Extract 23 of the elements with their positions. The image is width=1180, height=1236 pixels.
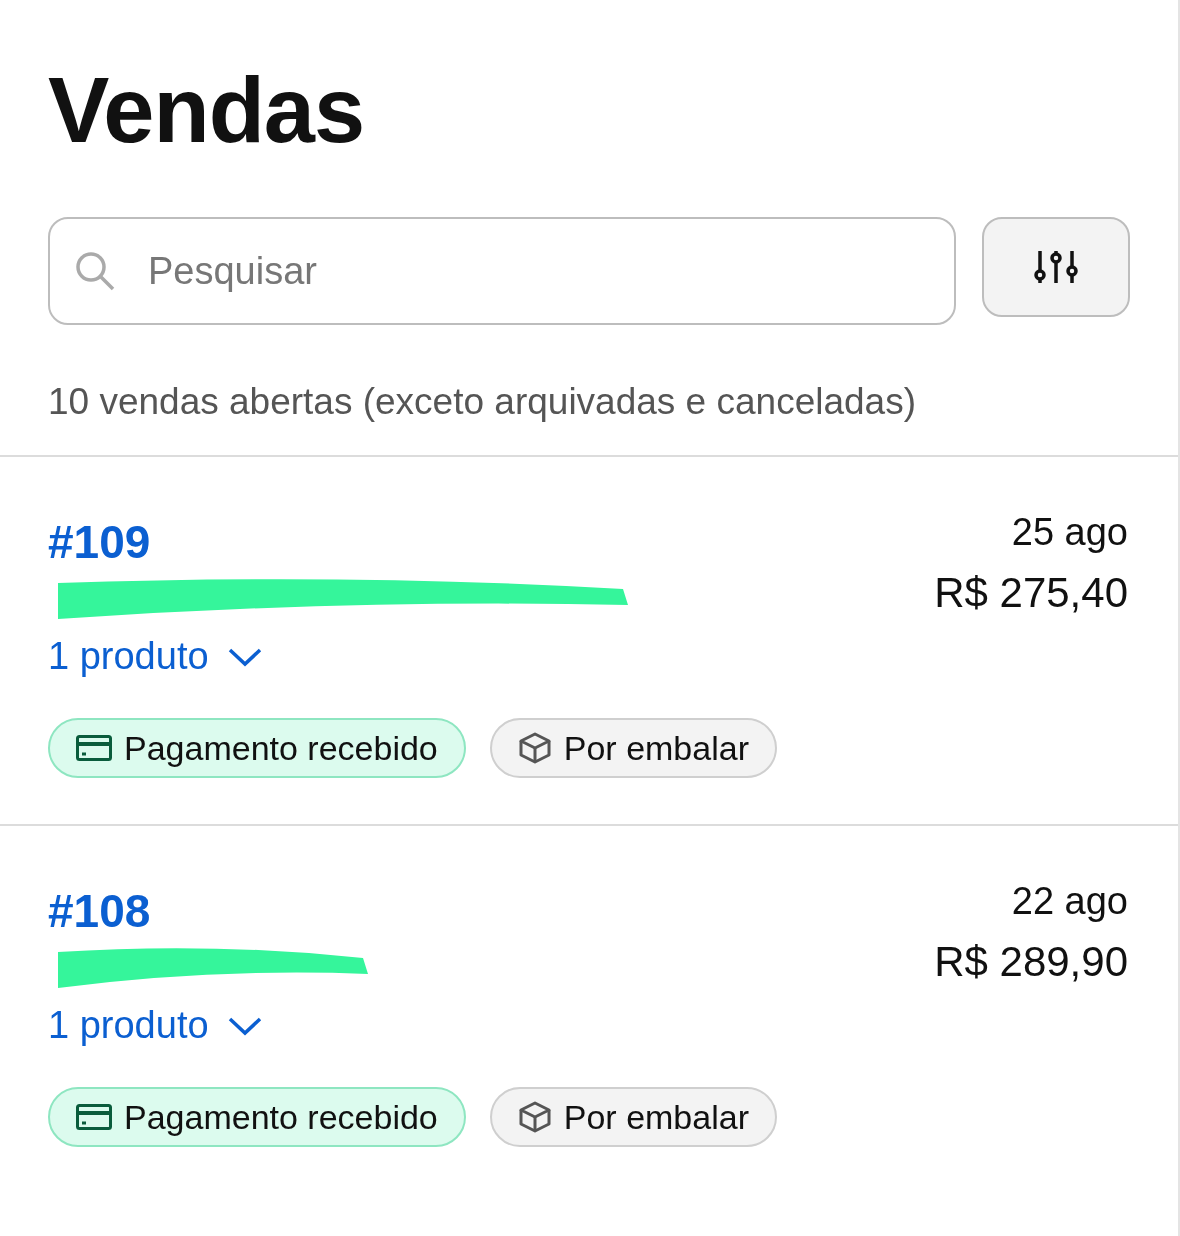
sales-summary: 10 vendas abertas (exceto arquivadas e canceladas) (48, 381, 917, 424)
box-icon (517, 1100, 552, 1135)
badge-label: Pagamento recebido (124, 1097, 438, 1137)
chevron-down-icon (226, 646, 263, 667)
badge-label: Por embalar (563, 728, 749, 768)
chevron-down-icon (226, 1015, 263, 1036)
page-title: Vendas (48, 60, 366, 162)
products-toggle[interactable]: 1 produto (48, 1004, 263, 1048)
card-icon (76, 1104, 112, 1131)
sliders-icon (1032, 249, 1080, 286)
box-icon (517, 731, 552, 766)
card-icon (76, 735, 112, 762)
products-toggle[interactable]: 1 produto (48, 635, 263, 679)
order-date: 25 ago (1011, 511, 1128, 555)
badge-label: Pagamento recebido (124, 728, 438, 768)
order-number[interactable]: #109 (48, 515, 151, 570)
badge-label: Por embalar (563, 1097, 749, 1137)
order-date: 22 ago (1011, 880, 1128, 924)
order-total: R$ 289,90 (934, 938, 1128, 987)
order-number[interactable]: #108 (48, 884, 151, 939)
search-field[interactable]: Pesquisar (48, 217, 956, 326)
filter-button[interactable] (982, 217, 1130, 318)
order-total: R$ 275,40 (934, 569, 1128, 618)
